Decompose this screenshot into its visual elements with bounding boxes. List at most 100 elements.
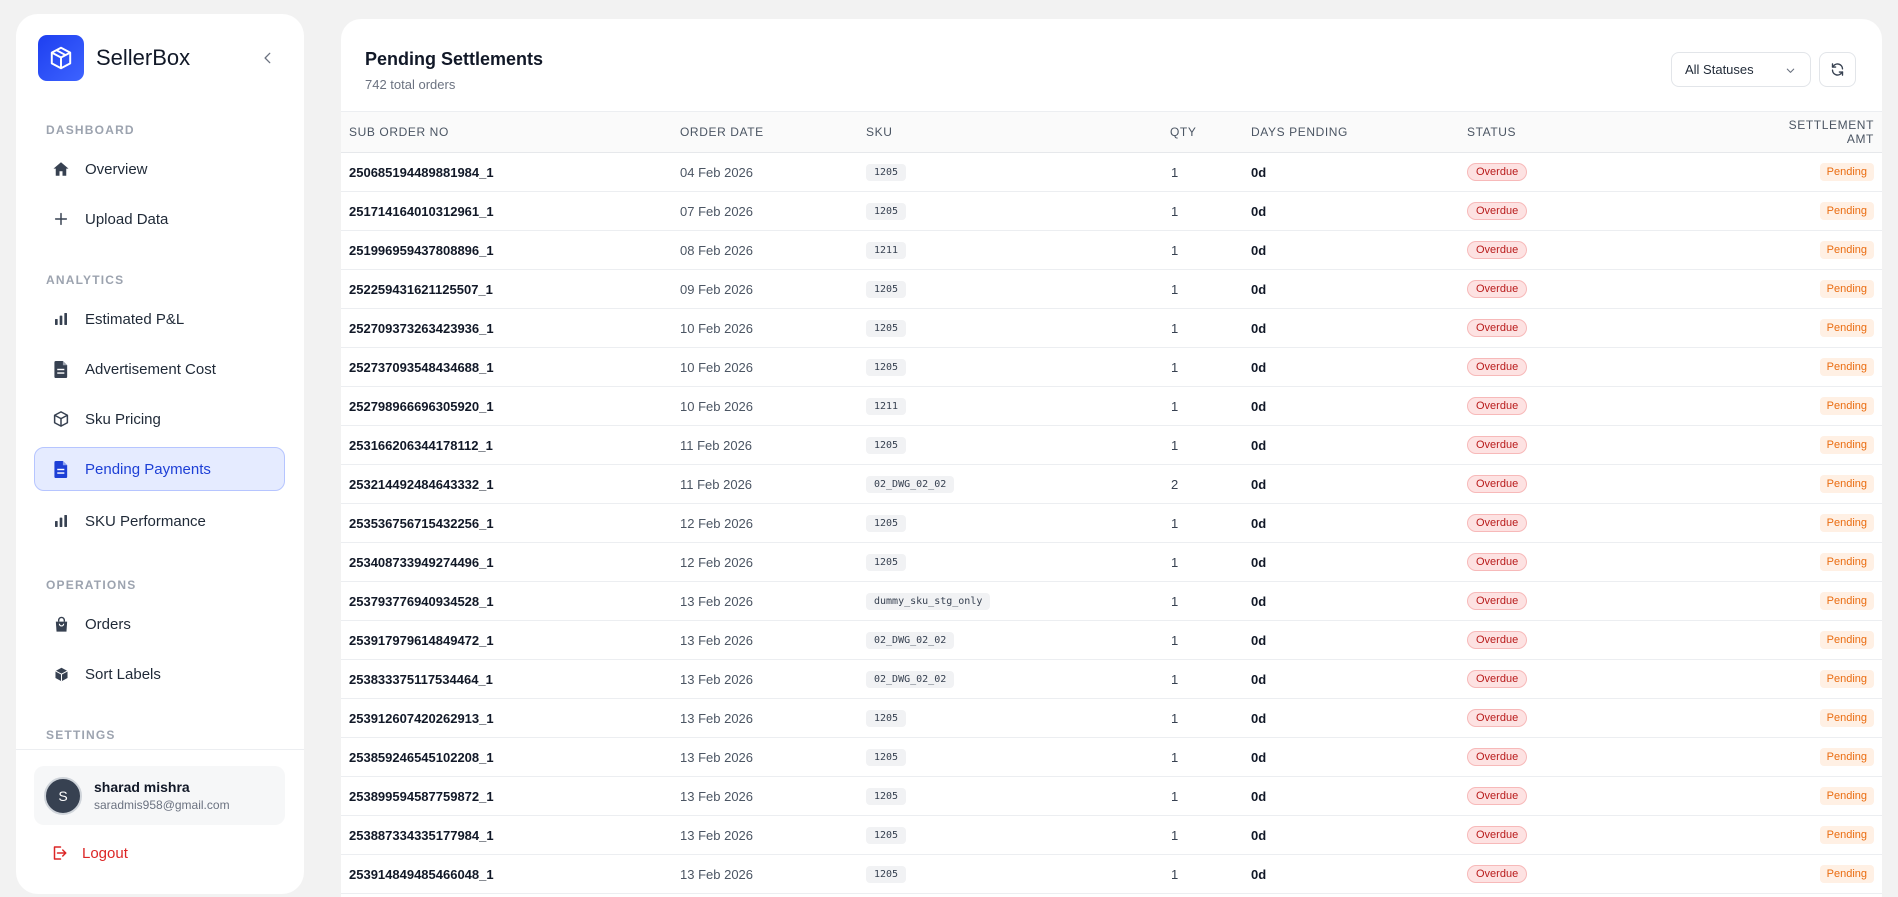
bar-chart-icon [51, 309, 71, 329]
sku-tag: 1205 [866, 515, 907, 532]
settlement-amt-cell: Pending [1767, 777, 1882, 816]
sku-tag: 1205 [866, 554, 907, 571]
table-row[interactable]: 253859246545102208_1 13 Feb 2026 1205 1 0d Ov… [341, 738, 1882, 777]
table-row[interactable]: 253166206344178112_1 11 Feb 2026 1205 1 0d Ov… [341, 426, 1882, 465]
qty: 1 [1171, 593, 1179, 609]
table-row[interactable]: 250685194489881984_1 04 Feb 2026 1205 1 0d Ov… [341, 153, 1882, 192]
settlement-badge: Pending [1819, 280, 1874, 298]
column-header-sku[interactable]: SKU [866, 111, 1170, 153]
sku-tag: 02_DWG_02_02 [866, 671, 955, 688]
sku-cell: 1205 [866, 309, 1170, 348]
table-row[interactable]: 252259431621125507_1 09 Feb 2026 1205 1 0d Ov… [341, 270, 1882, 309]
settlement-amt-cell: Pending [1767, 348, 1882, 387]
column-header-sub-order-no[interactable]: SUB ORDER NO [341, 111, 680, 153]
user-card[interactable]: S sharad mishra saradmis958@gmail.com [34, 766, 285, 825]
column-header-days-pending[interactable]: DAYS PENDING [1251, 111, 1467, 153]
table-row[interactable]: 253214492484643332_1 11 Feb 2026 02_DWG_02… [341, 465, 1882, 504]
status-filter-select[interactable]: All Statuses [1671, 52, 1811, 87]
chevron-left-icon [264, 52, 271, 64]
qty: 1 [1171, 827, 1179, 843]
table-row[interactable]: 253887334335177984_1 13 Feb 2026 1205 1 0d Ov… [341, 816, 1882, 855]
table-row[interactable]: 251714164010312961_1 07 Feb 2026 1205 1 0d Ov… [341, 192, 1882, 231]
column-header-qty[interactable]: QTY [1170, 111, 1251, 153]
sidebar-item-sku-pricing[interactable]: Sku Pricing [34, 397, 285, 441]
sidebar: SellerBox DASHBOARD Overview Upload Data… [16, 14, 304, 894]
sub-order-no: 253917979614849472_1 [349, 632, 494, 648]
sku-tag: 1205 [866, 320, 907, 337]
refresh-button[interactable] [1819, 52, 1856, 87]
sku-tag: 1205 [866, 827, 907, 844]
order-date: 07 Feb 2026 [680, 203, 754, 219]
order-date: 10 Feb 2026 [680, 359, 754, 375]
refresh-icon [1831, 63, 1844, 76]
sku-tag: 1205 [866, 437, 907, 454]
sku-cell: 1205 [866, 855, 1170, 894]
sidebar-item-label: Overview [85, 160, 148, 178]
order-date: 13 Feb 2026 [680, 827, 754, 843]
order-date: 11 Feb 2026 [680, 476, 753, 492]
table-row[interactable]: 253408733949274496_1 12 Feb 2026 1205 1 0d Ov… [341, 543, 1882, 582]
brand[interactable]: SellerBox [38, 35, 190, 81]
sku-cell: 1205 [866, 504, 1170, 543]
sidebar-item-overview[interactable]: Overview [34, 147, 285, 191]
table-row[interactable]: 253912607420262913_1 13 Feb 2026 1205 1 0d Ov… [341, 699, 1882, 738]
section-label-operations: OPERATIONS [46, 578, 137, 592]
sidebar-item-label: Sku Pricing [85, 410, 161, 428]
table-row[interactable]: 253793776940934528_1 13 Feb 2026 dummy_sku… [341, 582, 1882, 621]
status-cell: Overdue [1467, 465, 1767, 504]
sku-cell: 1205 [866, 192, 1170, 231]
status-badge: Overdue [1467, 748, 1528, 766]
order-date: 08 Feb 2026 [680, 242, 754, 258]
sidebar-item-sku-performance[interactable]: SKU Performance [34, 499, 285, 543]
status-badge: Overdue [1467, 865, 1528, 883]
sku-tag: 1205 [866, 866, 907, 883]
sidebar-item-upload-data[interactable]: Upload Data [34, 197, 285, 241]
sku-cell: 02_DWG_02_02 [866, 660, 1170, 699]
column-header-status[interactable]: STATUS [1467, 111, 1767, 153]
qty: 1 [1171, 710, 1179, 726]
column-header-settlement-amt[interactable]: SETTLEMENT AMT [1767, 111, 1882, 153]
days-pending: 0d [1251, 242, 1267, 258]
table-row[interactable]: 253914849485466048_1 13 Feb 2026 1205 1 0d Ov… [341, 855, 1882, 894]
document-icon [51, 459, 71, 479]
settlement-badge: Pending [1819, 475, 1874, 493]
table-row[interactable]: 253917979614849472_1 13 Feb 2026 02_DWG_02… [341, 621, 1882, 660]
days-pending: 0d [1251, 164, 1267, 180]
sidebar-item-advertisement-cost[interactable]: Advertisement Cost [34, 347, 285, 391]
qty: 1 [1171, 242, 1179, 258]
settlement-badge: Pending [1819, 241, 1874, 259]
status-badge: Overdue [1467, 202, 1528, 220]
sidebar-item-sort-labels[interactable]: Sort Labels [34, 652, 285, 696]
status-badge: Overdue [1467, 280, 1528, 298]
sidebar-item-label: Estimated P&L [85, 310, 185, 328]
status-cell: Overdue [1467, 738, 1767, 777]
table-row[interactable]: 251996959437808896_1 08 Feb 2026 1211 1 0d Ov… [341, 231, 1882, 270]
sidebar-item-pending-payments[interactable]: Pending Payments [34, 447, 285, 491]
sku-cell: 1205 [866, 816, 1170, 855]
sku-cell: 1205 [866, 777, 1170, 816]
table-row[interactable]: 253536756715432256_1 12 Feb 2026 1205 1 0d Ov… [341, 504, 1882, 543]
collapse-sidebar-button[interactable] [254, 44, 282, 72]
status-cell: Overdue [1467, 231, 1767, 270]
table-row[interactable]: 252709373263423936_1 10 Feb 2026 1205 1 0d Ov… [341, 309, 1882, 348]
qty: 1 [1171, 203, 1179, 219]
sku-cell: 1205 [866, 738, 1170, 777]
qty: 2 [1171, 476, 1179, 492]
table-row[interactable]: 253899594587759872_1 13 Feb 2026 1205 1 0d Ov… [341, 777, 1882, 816]
user-email: saradmis958@gmail.com [94, 798, 230, 812]
column-header-order-date[interactable]: ORDER DATE [680, 111, 866, 153]
settlement-amt-cell: Pending [1767, 699, 1882, 738]
sub-order-no: 253887334335177984_1 [349, 827, 494, 843]
qty: 1 [1171, 164, 1179, 180]
table-row[interactable]: 252737093548434688_1 10 Feb 2026 1205 1 0d Ov… [341, 348, 1882, 387]
logout-button[interactable]: Logout [50, 844, 128, 862]
status-cell: Overdue [1467, 504, 1767, 543]
sidebar-item-orders[interactable]: Orders [34, 602, 285, 646]
days-pending: 0d [1251, 788, 1267, 804]
table-row[interactable]: 253833375117534464_1 13 Feb 2026 02_DWG_02… [341, 660, 1882, 699]
settlement-badge: Pending [1819, 709, 1874, 727]
status-badge: Overdue [1467, 631, 1528, 649]
settlement-badge: Pending [1819, 826, 1874, 844]
table-row[interactable]: 252798966696305920_1 10 Feb 2026 1211 1 0d Ov… [341, 387, 1882, 426]
sidebar-item-estimated-pnl[interactable]: Estimated P&L [34, 297, 285, 341]
